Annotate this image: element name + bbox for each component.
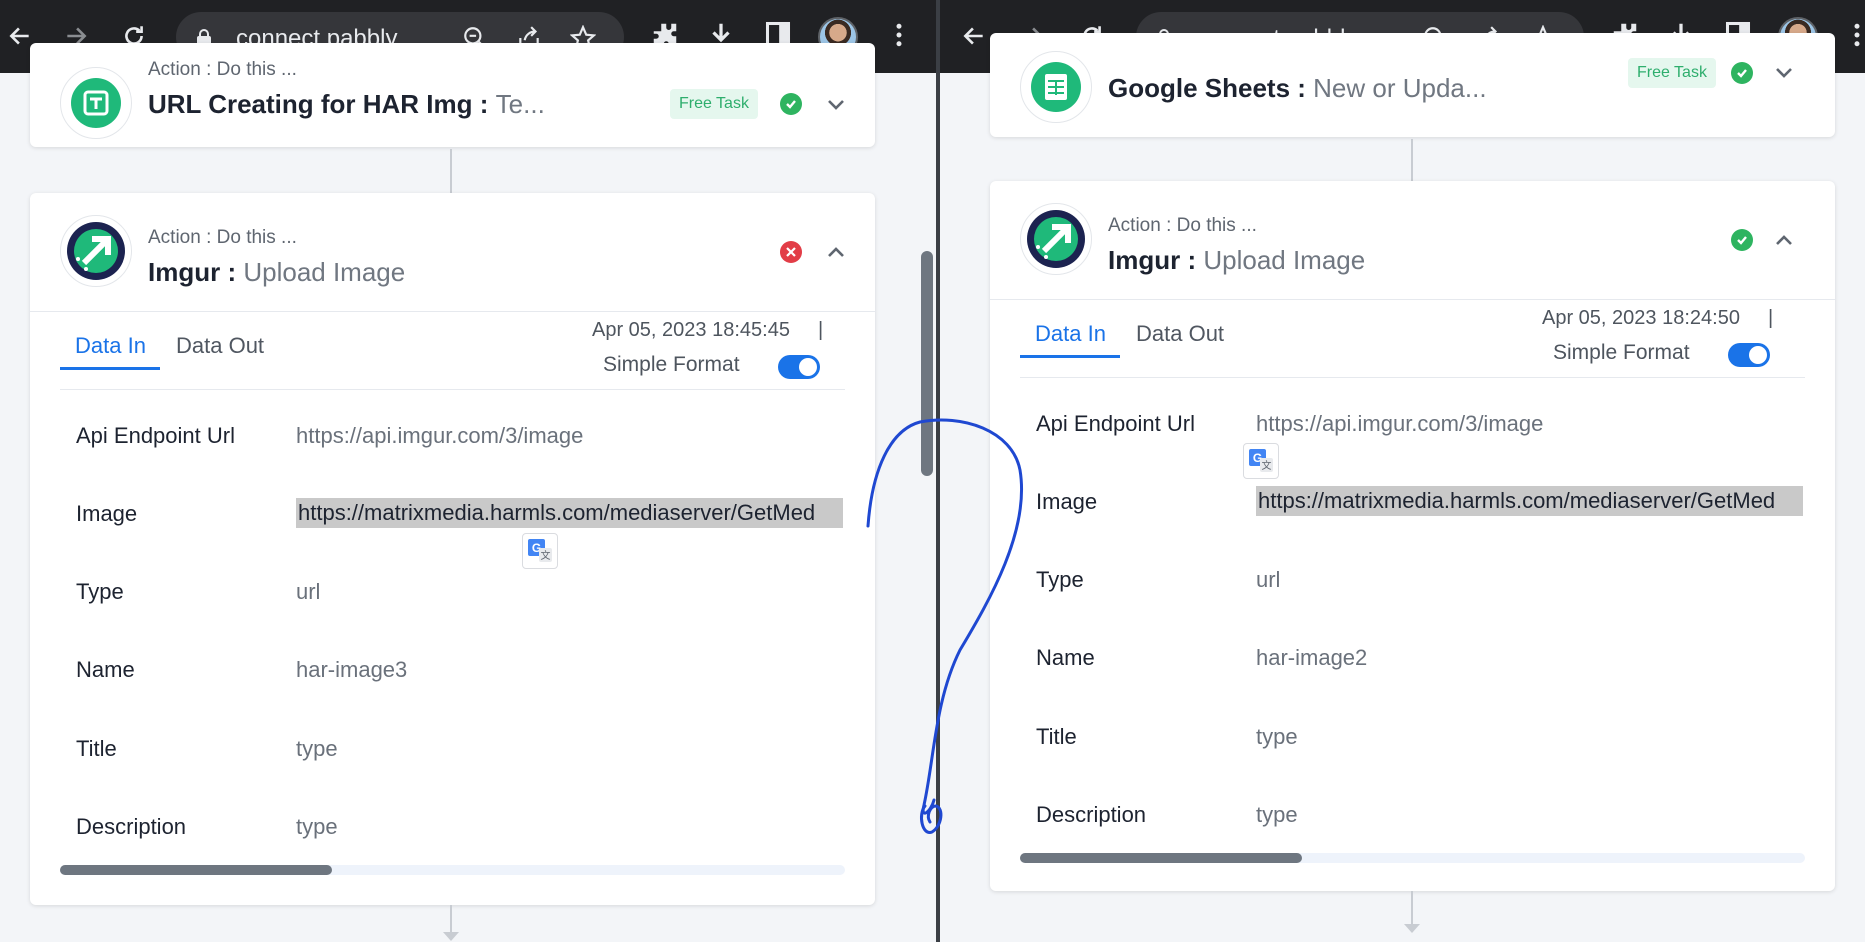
free-task-badge: Free Task [670, 89, 758, 119]
field-label: Name [76, 657, 135, 682]
workflow-canvas: Google Sheets : New or Upda... Free Task… [940, 33, 1865, 942]
horizontal-scrollbar-thumb[interactable] [60, 865, 332, 875]
step-title: Google Sheets : New or Upda... [1108, 73, 1487, 104]
step-app-name: Google Sheets : [1108, 73, 1306, 103]
field-label: Type [76, 579, 124, 604]
field-value: type [296, 736, 338, 761]
workflow-canvas: Action : Do this ... URL Creating for HA… [0, 43, 936, 942]
step-event-name: Te... [495, 89, 545, 119]
meta-separator: | [1768, 307, 1774, 329]
error-status-icon [780, 241, 802, 263]
run-timestamp: Apr 05, 2023 18:24:50 [1542, 307, 1740, 329]
step-app-name: URL Creating for HAR Img : [148, 89, 489, 119]
vertical-scrollbar-thumb[interactable] [921, 251, 933, 476]
field-value: type [296, 814, 338, 839]
tab-data-in[interactable]: Data In [1035, 321, 1106, 347]
chevron-up-icon[interactable] [1772, 228, 1796, 252]
free-task-badge: Free Task [1628, 58, 1716, 88]
field-value: https://api.imgur.com/3/image [1256, 411, 1544, 436]
field-value: url [1256, 567, 1281, 592]
imgur-step-card: Action : Do this ... Imgur : Upload Imag… [990, 181, 1835, 891]
previous-step-card[interactable]: Google Sheets : New or Upda... Free Task [990, 33, 1835, 137]
step-connector [1404, 891, 1420, 933]
horizontal-scrollbar-thumb[interactable] [1020, 853, 1302, 863]
step-connector [443, 905, 459, 941]
field-value: har-image2 [1256, 645, 1368, 670]
field-label: Api Endpoint Url [76, 423, 235, 448]
back-icon[interactable] [956, 18, 992, 54]
field-label: Name [1036, 645, 1095, 670]
simple-format-toggle[interactable] [778, 355, 820, 379]
tabs-divider [60, 389, 845, 390]
run-timestamp: Apr 05, 2023 18:45:45 [592, 319, 790, 341]
field-value-selected: https://matrixmedia.harmls.com/mediaserv… [296, 498, 843, 528]
tab-data-out[interactable]: Data Out [1136, 321, 1224, 347]
field-label: Description [1036, 802, 1147, 827]
success-status-icon [1731, 229, 1753, 251]
text-formatter-icon [60, 67, 132, 139]
tabs-divider [1020, 377, 1805, 378]
field-value: url [296, 579, 321, 604]
field-label: Description [76, 814, 187, 839]
google-translate-icon[interactable]: G文 [522, 533, 558, 569]
svg-text:文: 文 [1262, 459, 1272, 472]
step-type-label: Action : Do this ... [148, 59, 297, 80]
active-tab-indicator [1020, 355, 1120, 358]
field-label: Title [76, 736, 117, 761]
imgur-step-card: Action : Do this ... Imgur : Upload Imag… [30, 193, 875, 905]
step-event-name: New or Upda... [1313, 73, 1487, 103]
field-value: type [1256, 802, 1298, 827]
success-status-icon [780, 93, 802, 115]
previous-step-card[interactable]: Action : Do this ... URL Creating for HA… [30, 43, 875, 147]
step-type-label: Action : Do this ... [1108, 215, 1257, 236]
menu-icon[interactable] [1842, 20, 1865, 52]
right-browser-window: connect.pabbly.... [940, 0, 1865, 942]
step-app-name: Imgur : [148, 257, 237, 287]
simple-format-label: Simple Format [1553, 341, 1690, 364]
imgur-upload-icon [1020, 203, 1092, 275]
field-label: Title [1036, 724, 1077, 749]
menu-icon[interactable] [884, 20, 916, 52]
chevron-down-icon[interactable] [824, 93, 848, 117]
field-label: Api Endpoint Url [1036, 411, 1195, 436]
chevron-up-icon[interactable] [824, 240, 848, 264]
step-type-label: Action : Do this ... [148, 227, 297, 248]
field-label: Image [76, 501, 138, 526]
step-title: Imgur : Upload Image [148, 257, 405, 288]
simple-format-toggle[interactable] [1728, 343, 1770, 367]
chevron-down-icon[interactable] [1772, 61, 1796, 85]
step-event-name: Upload Image [1203, 245, 1366, 275]
meta-separator: | [818, 319, 824, 341]
imgur-upload-icon [60, 215, 132, 287]
step-title: Imgur : Upload Image [1108, 245, 1365, 276]
svg-text:文: 文 [541, 549, 551, 562]
field-value: type [1256, 724, 1298, 749]
google-sheets-icon [1020, 51, 1092, 123]
step-app-name: Imgur : [1108, 245, 1197, 275]
left-browser-window: connect.pabbly.... Action: Do this ... … [0, 0, 936, 942]
step-title: URL Creating for HAR Img : Te... [148, 89, 545, 120]
field-value: har-image3 [296, 657, 408, 682]
simple-format-label: Simple Format [603, 353, 740, 376]
step-event-name: Upload Image [243, 257, 406, 287]
success-status-icon [1731, 62, 1753, 84]
active-tab-indicator [60, 367, 160, 370]
tab-data-out[interactable]: Data Out [176, 333, 264, 359]
tab-data-in[interactable]: Data In [75, 333, 146, 359]
google-translate-icon[interactable]: G文 [1243, 443, 1279, 479]
header-divider [30, 311, 875, 312]
field-value: https://api.imgur.com/3/image [296, 423, 584, 448]
header-divider [990, 299, 1835, 300]
field-label: Image [1036, 489, 1098, 514]
field-label: Type [1036, 567, 1084, 592]
field-value-selected: https://matrixmedia.harmls.com/mediaserv… [1256, 486, 1803, 516]
